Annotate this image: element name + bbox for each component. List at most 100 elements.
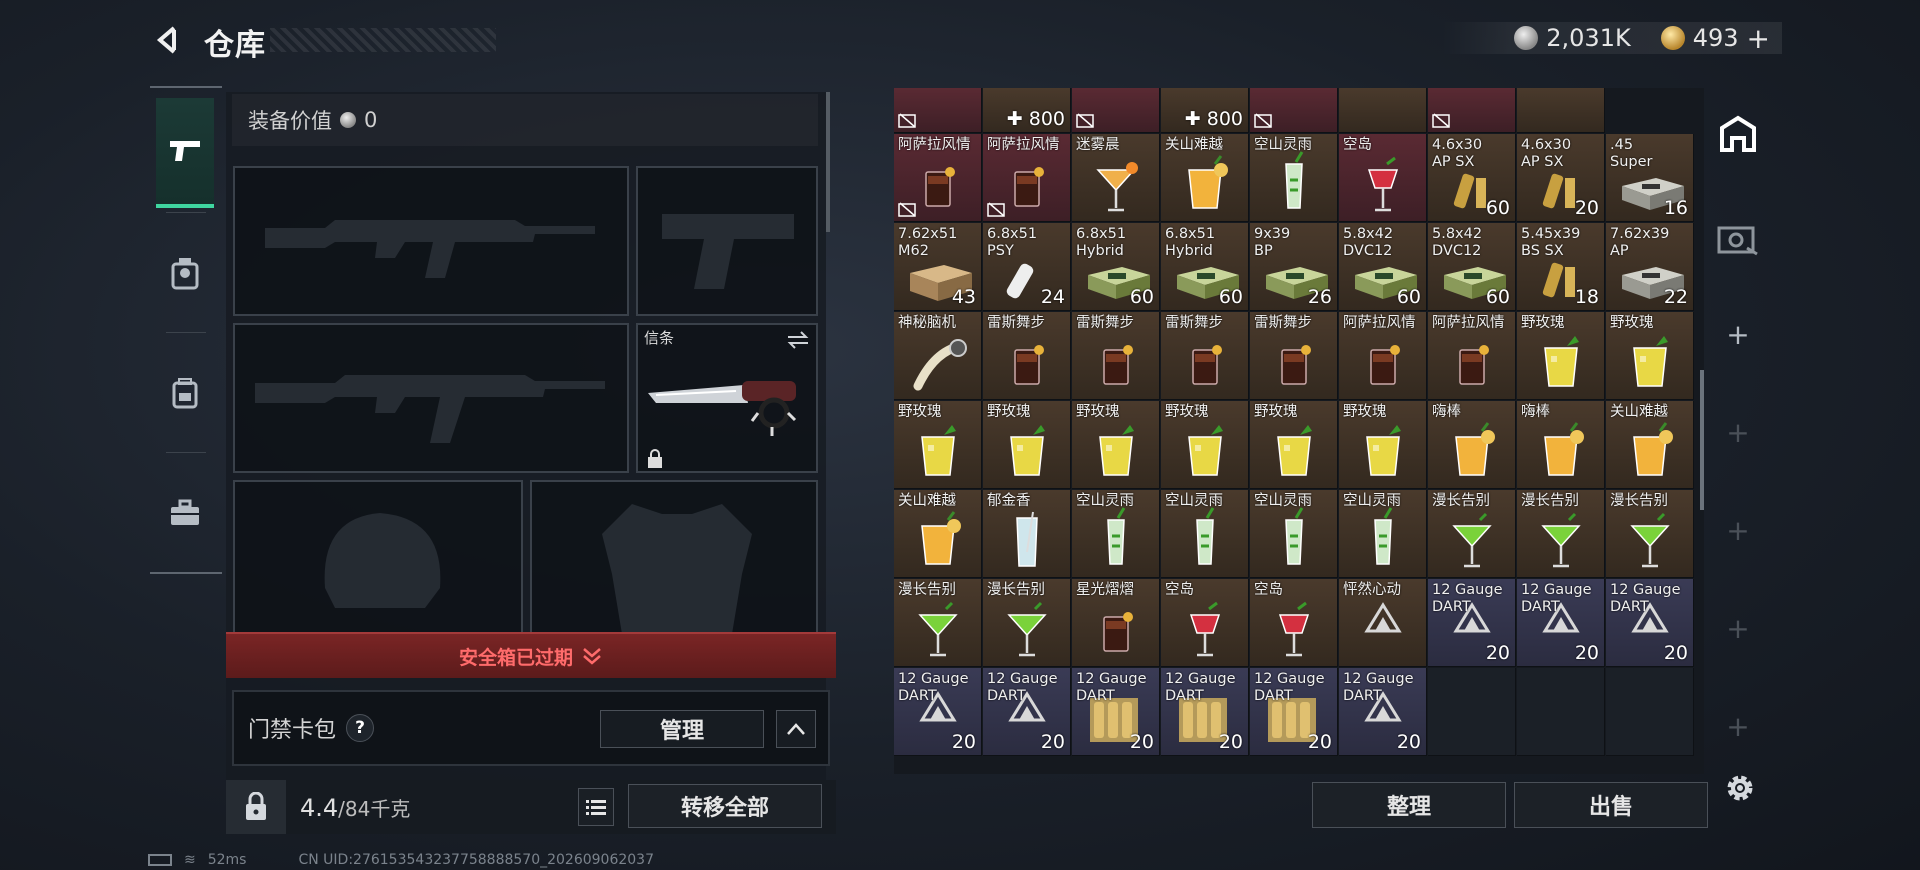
storage-item[interactable]: 嗨棒 [1428, 401, 1516, 489]
storage-item[interactable]: 关山难越 [1606, 401, 1694, 489]
storage-item[interactable]: 12 Gauge DART 20 [1606, 579, 1694, 667]
storage-item[interactable]: 12 Gauge DART 20 [1250, 668, 1338, 756]
storage-item[interactable]: 12 Gauge DART 20 [1072, 668, 1160, 756]
storage-item[interactable]: 关山难越 [1161, 134, 1249, 222]
storage-item[interactable]: 4.6x30 AP SX 20 [1517, 134, 1605, 222]
sort-button[interactable]: 整理 [1312, 782, 1506, 828]
storage-vault-tab[interactable] [1712, 212, 1764, 264]
settings-button[interactable] [1718, 766, 1762, 810]
storage-item[interactable]: 雷斯舞步 [1072, 312, 1160, 400]
storage-item[interactable]: 5.8x42 DVC12 60 [1339, 223, 1427, 311]
storage-item[interactable]: 野玫瑰 [1250, 401, 1338, 489]
safe-box-expired-bar[interactable]: 安全箱已过期 [226, 632, 836, 678]
storage-item-top[interactable] [1428, 88, 1516, 133]
storage-item[interactable]: 雷斯舞步 [983, 312, 1071, 400]
storage-item[interactable]: 郁金香 [983, 490, 1071, 578]
storage-item[interactable]: 空岛 [1161, 579, 1249, 667]
nav-weapon-tab[interactable] [156, 98, 214, 208]
storage-item[interactable]: 嗨棒 [1517, 401, 1605, 489]
storage-item[interactable]: 7.62x51 M62 43 [894, 223, 982, 311]
storage-item[interactable]: 怦然心动 [1339, 579, 1427, 667]
storage-empty-slot[interactable] [1428, 668, 1516, 756]
add-storage-tab-3[interactable]: + [1712, 504, 1764, 556]
storage-item[interactable]: 野玫瑰 [1161, 401, 1249, 489]
storage-item[interactable]: .45 Super 16 [1606, 134, 1694, 222]
storage-item[interactable]: 迷雾晨 [1072, 134, 1160, 222]
storage-item[interactable]: 7.62x39 AP 22 [1606, 223, 1694, 311]
storage-item[interactable]: 空岛 [1339, 134, 1427, 222]
storage-item-top[interactable] [1072, 88, 1160, 133]
storage-item[interactable]: 4.6x30 AP SX 60 [1428, 134, 1516, 222]
storage-item[interactable]: 雷斯舞步 [1161, 312, 1249, 400]
storage-item[interactable]: 空山灵雨 [1250, 134, 1338, 222]
transfer-all-button[interactable]: 转移全部 [628, 784, 822, 828]
manage-button[interactable]: 管理 [600, 710, 764, 748]
storage-item[interactable]: 12 Gauge DART 20 [1428, 579, 1516, 667]
storage-item[interactable]: 野玫瑰 [1339, 401, 1427, 489]
helmet-slot[interactable] [233, 480, 523, 634]
storage-item[interactable]: 12 Gauge DART 20 [983, 668, 1071, 756]
storage-item[interactable]: 野玫瑰 [1517, 312, 1605, 400]
add-gold-button[interactable]: + [1747, 22, 1770, 55]
storage-item[interactable]: 空山灵雨 [1339, 490, 1427, 578]
storage-item[interactable]: 野玫瑰 [1072, 401, 1160, 489]
melee-slot[interactable]: 信条 [636, 323, 818, 473]
storage-item[interactable]: 野玫瑰 [894, 401, 982, 489]
nav-character-tab[interactable] [156, 218, 214, 328]
storage-item[interactable]: 漫长告别 [1606, 490, 1694, 578]
armor-slot[interactable] [530, 480, 818, 634]
lock-toggle[interactable] [226, 780, 286, 834]
secondary-weapon-slot[interactable] [233, 323, 629, 473]
storage-item[interactable]: 空岛 [1250, 579, 1338, 667]
storage-item[interactable]: 空山灵雨 [1250, 490, 1338, 578]
add-storage-tab-1[interactable]: + [1712, 308, 1764, 360]
storage-scrollbar[interactable] [1700, 370, 1704, 510]
storage-item[interactable]: 6.8x51 Hybrid 60 [1072, 223, 1160, 311]
storage-item-top[interactable] [1339, 88, 1427, 133]
storage-item[interactable]: 5.45x39 BS SX 18 [1517, 223, 1605, 311]
collapse-button[interactable] [776, 710, 816, 748]
storage-item[interactable]: 漫长告别 [983, 579, 1071, 667]
storage-item[interactable]: 神秘脑机 [894, 312, 982, 400]
storage-item[interactable]: 雷斯舞步 [1250, 312, 1338, 400]
nav-briefcase-tab[interactable] [156, 458, 214, 568]
sidearm-slot[interactable] [636, 166, 818, 316]
storage-item[interactable]: 6.8x51 PSY 24 [983, 223, 1071, 311]
storage-item[interactable]: 漫长告别 [1428, 490, 1516, 578]
storage-item[interactable]: 阿萨拉风情 [894, 134, 982, 222]
storage-item[interactable]: 野玫瑰 [983, 401, 1071, 489]
storage-item[interactable]: 空山灵雨 [1072, 490, 1160, 578]
storage-item[interactable]: 阿萨拉风情 [983, 134, 1071, 222]
sell-button[interactable]: 出售 [1514, 782, 1708, 828]
storage-item[interactable]: 12 Gauge DART 20 [1517, 579, 1605, 667]
storage-item[interactable]: 漫长告别 [1517, 490, 1605, 578]
storage-item-top[interactable]: ✚ 800 [983, 88, 1071, 133]
storage-item[interactable]: 野玫瑰 [1606, 312, 1694, 400]
storage-item[interactable]: 星光熠熠 [1072, 579, 1160, 667]
storage-empty-slot[interactable] [1606, 668, 1694, 756]
equipment-scrollbar[interactable] [826, 92, 830, 232]
storage-item[interactable]: 5.8x42 DVC12 60 [1428, 223, 1516, 311]
storage-item[interactable]: 空山灵雨 [1161, 490, 1249, 578]
storage-item[interactable]: 12 Gauge DART 20 [1161, 668, 1249, 756]
add-storage-tab-5[interactable]: + [1712, 700, 1764, 752]
help-button[interactable]: ? [346, 714, 375, 742]
storage-item-top[interactable] [1250, 88, 1338, 133]
back-button[interactable] [148, 20, 188, 60]
nav-backpack-tab[interactable] [156, 338, 214, 448]
storage-item-top[interactable] [894, 88, 982, 133]
primary-weapon-slot[interactable] [233, 166, 629, 316]
add-storage-tab-4[interactable]: + [1712, 602, 1764, 654]
add-storage-tab-2[interactable]: + [1712, 406, 1764, 458]
storage-empty-slot[interactable] [1517, 668, 1605, 756]
storage-item[interactable]: 漫长告别 [894, 579, 982, 667]
storage-item-top[interactable]: ✚ 800 [1161, 88, 1249, 133]
storage-item[interactable]: 6.8x51 Hybrid 60 [1161, 223, 1249, 311]
storage-item[interactable]: 12 Gauge DART 20 [894, 668, 982, 756]
storage-item[interactable]: 12 Gauge DART 20 [1339, 668, 1427, 756]
storage-item[interactable]: 阿萨拉风情 [1339, 312, 1427, 400]
storage-item[interactable]: 阿萨拉风情 [1428, 312, 1516, 400]
swap-icon[interactable] [786, 331, 810, 349]
list-view-button[interactable] [578, 788, 614, 826]
storage-item[interactable]: 9x39 BP 26 [1250, 223, 1338, 311]
